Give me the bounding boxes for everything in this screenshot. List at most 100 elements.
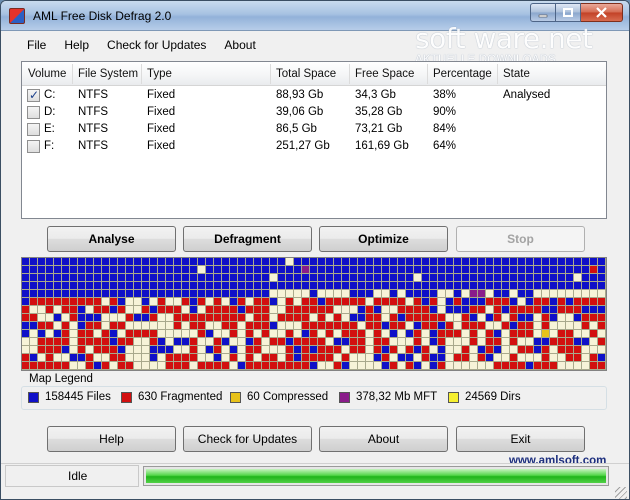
resize-grip-icon[interactable] (615, 487, 627, 499)
cluster-cell (310, 282, 317, 289)
window-title: AML Free Disk Defrag 2.0 (33, 9, 172, 23)
cluster-cell (206, 258, 213, 265)
cluster-cell (222, 290, 229, 297)
cluster-cell (574, 266, 581, 273)
cluster-cell (518, 290, 525, 297)
cluster-cell (406, 266, 413, 273)
column-file-system[interactable]: File System (72, 62, 141, 86)
mft-swatch-icon (339, 391, 350, 403)
cluster-cell (438, 298, 445, 305)
cluster-cell (470, 314, 477, 321)
cluster-cell (102, 282, 109, 289)
cluster-cell (262, 274, 269, 281)
cluster-cell (182, 330, 189, 337)
cluster-cell (486, 338, 493, 345)
cluster-cell (142, 330, 149, 337)
cluster-cell (46, 282, 53, 289)
cluster-cell (558, 266, 565, 273)
about-button[interactable]: About (319, 426, 448, 452)
cluster-cell (558, 362, 565, 369)
app-window: AML Free Disk Defrag 2.0 File Help Check… (0, 0, 630, 500)
cluster-cell (86, 306, 93, 313)
cluster-cell (358, 322, 365, 329)
cluster-cell (334, 298, 341, 305)
cluster-cell (54, 290, 61, 297)
column-state[interactable]: State (497, 62, 605, 86)
cluster-cell (358, 362, 365, 369)
cluster-cell (38, 338, 45, 345)
cluster-cell (398, 290, 405, 297)
column-type[interactable]: Type (141, 62, 270, 86)
cluster-cell (278, 346, 285, 353)
cluster-cell (470, 306, 477, 313)
drive-row-f[interactable]: F: NTFS Fixed 251,27 Gb 161,69 Gb 64% (22, 138, 606, 155)
cluster-cell (134, 322, 141, 329)
cluster-cell (190, 274, 197, 281)
close-button[interactable] (581, 3, 623, 22)
cluster-cell (422, 322, 429, 329)
menu-help[interactable]: Help (55, 38, 98, 52)
cluster-cell (70, 354, 77, 361)
cluster-cell (230, 306, 237, 313)
maximize-button[interactable] (556, 3, 581, 22)
cluster-cell (534, 290, 541, 297)
cluster-cell (134, 306, 141, 313)
cluster-cell (86, 298, 93, 305)
cluster-cell (86, 258, 93, 265)
cluster-cell (174, 298, 181, 305)
cluster-cell (438, 346, 445, 353)
cluster-cell (414, 354, 421, 361)
exit-button[interactable]: Exit (456, 426, 585, 452)
cluster-cell (558, 354, 565, 361)
cluster-cell (142, 362, 149, 369)
menu-check-for-updates[interactable]: Check for Updates (98, 38, 215, 52)
cluster-cell (518, 266, 525, 273)
cluster-cell (174, 322, 181, 329)
cluster-cell (222, 322, 229, 329)
cluster-cell (438, 282, 445, 289)
cluster-cell (590, 354, 597, 361)
cluster-cell (126, 322, 133, 329)
help-button[interactable]: Help (47, 426, 176, 452)
cluster-cell (558, 290, 565, 297)
cluster-cell (22, 290, 29, 297)
column-total-space[interactable]: Total Space (270, 62, 349, 86)
cluster-cell (582, 258, 589, 265)
cluster-cell (62, 266, 69, 273)
cluster-cell (238, 274, 245, 281)
cluster-cell (446, 314, 453, 321)
analyse-button[interactable]: Analyse (47, 226, 176, 252)
drive-volume: E: (44, 123, 55, 135)
cluster-cell (126, 258, 133, 265)
drive-row-e[interactable]: E: NTFS Fixed 86,5 Gb 73,21 Gb 84% (22, 121, 606, 138)
drive-list[interactable]: Volume File System Type Total Space Free… (21, 61, 607, 219)
optimize-button[interactable]: Optimize (319, 226, 448, 252)
cluster-cell (110, 322, 117, 329)
drive-row-c[interactable]: C: NTFS Fixed 88,93 Gb 34,3 Gb 38% Analy… (22, 87, 606, 104)
minimize-button[interactable] (530, 3, 556, 22)
cluster-cell (78, 282, 85, 289)
cluster-cell (390, 258, 397, 265)
cluster-cell (398, 346, 405, 353)
cluster-cell (246, 362, 253, 369)
cluster-cell (438, 338, 445, 345)
cluster-cell (86, 274, 93, 281)
cluster-cell (102, 258, 109, 265)
menu-about[interactable]: About (215, 38, 264, 52)
cluster-cell (582, 314, 589, 321)
drive-row-d[interactable]: D: NTFS Fixed 39,06 Gb 35,28 Gb 90% (22, 104, 606, 121)
stop-button[interactable]: Stop (456, 226, 585, 252)
cluster-cell (342, 274, 349, 281)
column-free-space[interactable]: Free Space (349, 62, 427, 86)
cluster-cell (382, 330, 389, 337)
cluster-cell (174, 258, 181, 265)
column-percentage[interactable]: Percentage (427, 62, 497, 86)
cluster-cell (198, 362, 205, 369)
defragment-button[interactable]: Defragment (183, 226, 312, 252)
column-volume[interactable]: Volume (22, 62, 72, 86)
cluster-cell (86, 362, 93, 369)
check-for-updates-button[interactable]: Check for Updates (183, 426, 312, 452)
menu-file[interactable]: File (11, 38, 55, 52)
cluster-cell (62, 346, 69, 353)
cluster-cell (94, 298, 101, 305)
